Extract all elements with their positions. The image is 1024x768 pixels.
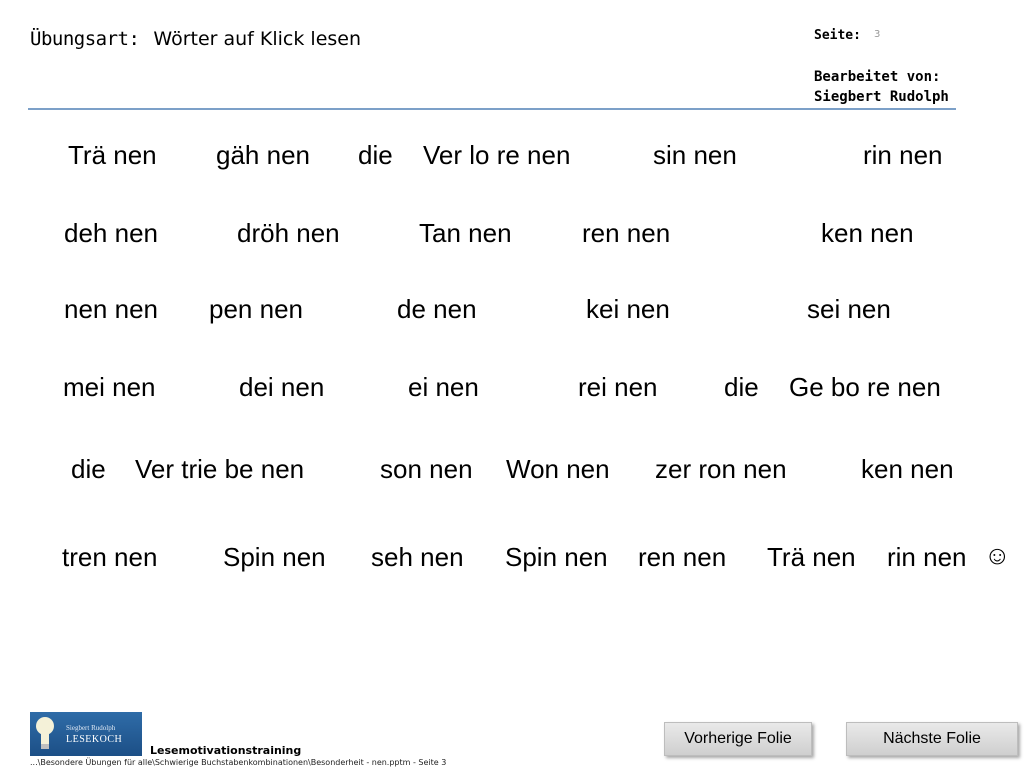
word[interactable]: zer ron nen xyxy=(655,454,787,485)
word[interactable]: Trä nen xyxy=(767,542,856,573)
word[interactable]: rei nen xyxy=(578,372,658,403)
word[interactable]: ren nen xyxy=(582,218,670,249)
word[interactable]: ken nen xyxy=(821,218,914,249)
word[interactable]: rin nen xyxy=(863,140,943,171)
smiley-icon: ☺ xyxy=(984,540,1011,570)
word[interactable]: ren nen xyxy=(638,542,726,573)
word[interactable]: de nen xyxy=(397,294,477,325)
word[interactable]: Spin nen xyxy=(505,542,608,573)
footer-file-path: ...\Besondere Übungen für alle\Schwierig… xyxy=(30,758,447,767)
word[interactable]: sei nen xyxy=(807,294,891,325)
word[interactable]: Spin nen xyxy=(223,542,326,573)
lesekoch-logo: Siegbert Rudolph LESEKOCH xyxy=(30,712,142,756)
word[interactable]: ken nen xyxy=(861,454,954,485)
word[interactable]: sin nen xyxy=(653,140,737,171)
footer-title: Lesemotivationstraining xyxy=(150,744,302,757)
word[interactable]: seh nen xyxy=(371,542,464,573)
exercise-type-label: Übungsart: xyxy=(30,28,140,50)
word[interactable]: Ge bo re nen xyxy=(789,372,941,403)
exercise-type: Übungsart: Wörter auf Klick lesen xyxy=(30,28,361,50)
word[interactable]: die xyxy=(71,454,106,485)
word[interactable]: tren nen xyxy=(62,542,157,573)
next-slide-button[interactable]: Nächste Folie xyxy=(846,722,1018,756)
lightbulb-icon xyxy=(36,717,54,749)
word[interactable]: Tan nen xyxy=(419,218,512,249)
word[interactable]: Won nen xyxy=(506,454,610,485)
word[interactable]: ei nen xyxy=(408,372,479,403)
exercise-type-name: Wörter auf Klick lesen xyxy=(153,28,362,50)
header-divider xyxy=(28,108,956,110)
word[interactable]: pen nen xyxy=(209,294,303,325)
author-name: Siegbert Rudolph xyxy=(814,89,949,105)
word[interactable]: die xyxy=(358,140,393,171)
word[interactable]: mei nen xyxy=(63,372,156,403)
logo-brand: LESEKOCH xyxy=(66,734,123,745)
page-label: Seite: xyxy=(814,28,861,43)
logo-author: Siegbert Rudolph xyxy=(66,724,116,732)
word[interactable]: Trä nen xyxy=(68,140,157,171)
word[interactable]: deh nen xyxy=(64,218,158,249)
word[interactable]: Ver lo re nen xyxy=(423,140,570,171)
word[interactable]: son nen xyxy=(380,454,473,485)
word[interactable]: dei nen xyxy=(239,372,324,403)
word[interactable]: gäh nen xyxy=(216,140,310,171)
previous-slide-button[interactable]: Vorherige Folie xyxy=(664,722,812,756)
word[interactable]: dröh nen xyxy=(237,218,340,249)
word[interactable]: die xyxy=(724,372,759,403)
word[interactable]: rin nen xyxy=(887,542,967,573)
word[interactable]: Ver trie be nen xyxy=(135,454,304,485)
word[interactable]: nen nen xyxy=(64,294,158,325)
edited-by: Bearbeitet von: Siegbert Rudolph xyxy=(814,67,949,107)
edited-by-label: Bearbeitet von: xyxy=(814,69,941,85)
word[interactable]: kei nen xyxy=(586,294,670,325)
page-number: 3 xyxy=(874,29,881,40)
